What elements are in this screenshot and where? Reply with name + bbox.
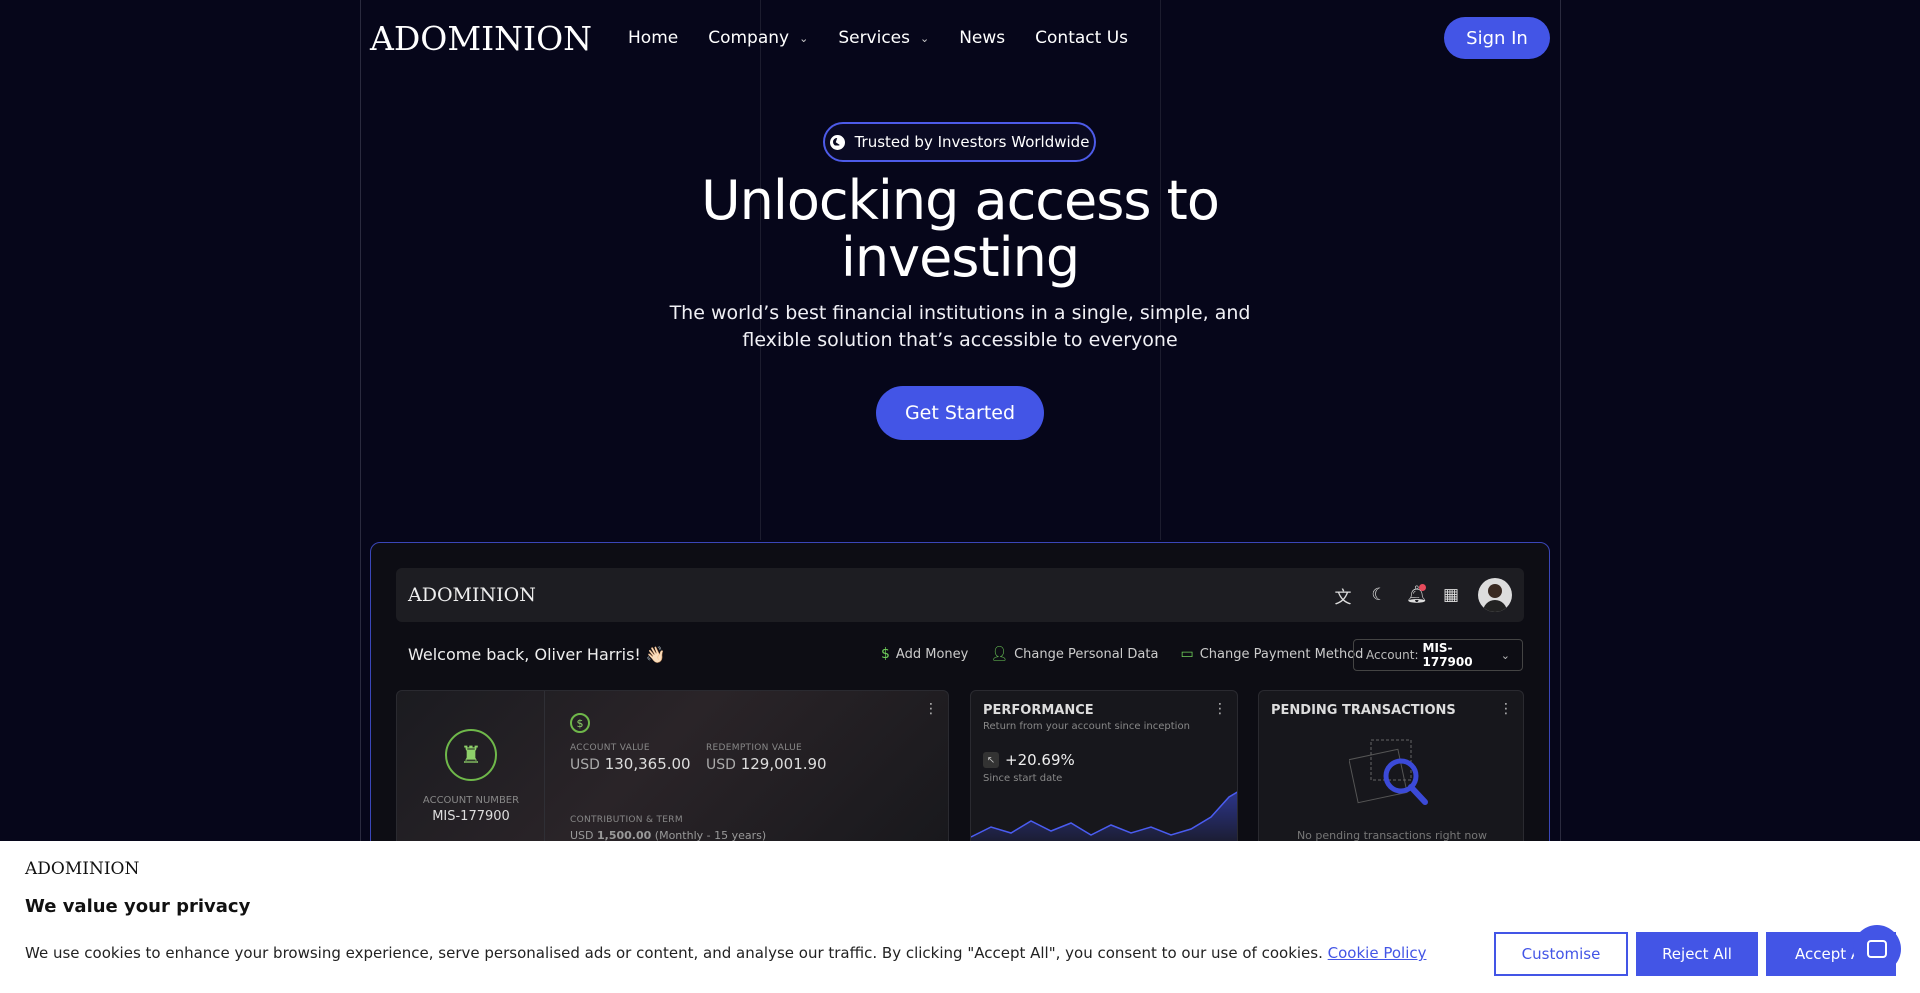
action-label: Change Payment Method [1199,646,1364,662]
sign-in-button[interactable]: Sign In [1444,17,1550,59]
redemption-value-label: REDEMPTION VALUE [706,743,802,753]
card-icon: ▭ [1180,646,1194,662]
nav-link-home[interactable]: Home [628,28,678,48]
account-select-label: Account: [1366,648,1419,662]
reject-all-button[interactable]: Reject All [1636,932,1758,976]
chat-icon [1867,940,1887,958]
more-options-icon: ⋮ [1499,701,1513,717]
account-value-label: ACCOUNT VALUE [570,743,650,753]
trend-arrow-icon: ↖ [983,752,999,768]
avatar [1478,578,1512,612]
nav-link-label: Contact Us [1035,28,1129,48]
performance-sparkline [971,791,1237,849]
cookie-banner-logo: ADOMINION [25,859,140,879]
account-number-label: ACCOUNT NUMBER [422,795,520,806]
preview-header: ADOMINION 文 ☾ 🔔︎ ▦ [396,568,1524,622]
account-value: USD 130,365.00 [570,755,691,773]
pending-transactions-card: PENDING TRANSACTIONS No pending transact… [1258,690,1524,850]
nav-link-label: Services [838,28,910,48]
change-payment-method-action: ▭ Change Payment Method [1180,646,1363,662]
user-icon: 👤︎ [990,646,1009,662]
add-money-action: $ Add Money [881,646,968,662]
currency: USD [570,757,600,773]
account-select: Account: MIS-177900 ⌄ [1353,639,1523,671]
chevron-down-icon: ⌄ [1500,648,1510,662]
nav-link-label: News [959,28,1006,48]
performance-title: PERFORMANCE [983,703,1094,718]
amount: 129,001.90 [740,755,827,773]
performance-card: PERFORMANCE Return from your account sin… [970,690,1238,850]
pending-title: PENDING TRANSACTIONS [1271,703,1456,718]
welcome-message: Welcome back, Oliver Harris! 👋🏻 [408,645,666,664]
dollar-icon: $ [570,713,590,733]
customise-button[interactable]: Customise [1494,932,1628,976]
cookie-policy-link[interactable]: Cookie Policy [1328,944,1427,962]
quick-actions: $ Add Money 👤︎ Change Personal Data ▭ Chang… [881,646,1363,662]
action-label: Add Money [895,646,969,662]
nav-link-news[interactable]: News [959,28,1005,48]
globe-icon [829,134,845,150]
account-number-panel: ♜ ACCOUNT NUMBER MIS-177900 [397,691,545,849]
cookie-banner-title: We value your privacy [25,896,251,917]
account-number: MIS-177900 [432,809,510,824]
grid-icon: ▦ [1442,585,1460,605]
more-options-icon: ⋮ [1213,701,1227,717]
amount: 130,365.00 [604,755,691,773]
cookie-banner: ADOMINION We value your privacy We use c… [0,841,1920,993]
hero-subtitle: The world’s best financial institutions … [669,302,1251,351]
nav-link-label: Company [708,28,790,48]
nav-links: Home Company ⌄ Services ⌄ News Contact Us [628,28,1128,48]
brand-logo[interactable]: ADOMINION [370,19,592,58]
chevron-down-icon: ⌄ [799,31,809,45]
rook-icon: ♜ [445,729,497,781]
chevron-down-icon: ⌄ [920,31,930,45]
currency: USD [706,757,736,773]
account-card: ♜ ACCOUNT NUMBER MIS-177900 $ ACCOUNT VA… [396,690,949,850]
performance-subtitle: Return from your account since inception [983,721,1190,732]
preview-logo: ADOMINION [408,584,536,606]
action-label: Change Personal Data [1014,646,1159,662]
translate-icon: 文 [1334,587,1352,608]
preview-header-icons: 文 ☾ 🔔︎ ▦ [1334,578,1512,612]
bell-icon: 🔔︎ [1406,584,1428,605]
change-personal-data-action: 👤︎ Change Personal Data [990,646,1158,662]
contribution-label: CONTRIBUTION & TERM [570,815,683,825]
hero-title: Unlocking access to investing [701,169,1220,289]
nav-link-services[interactable]: Services ⌄ [838,28,929,48]
performance-percent: +20.69% [1005,751,1075,769]
dollar-icon: $ [881,646,890,662]
empty-search-illustration [1349,739,1428,805]
get-started-button[interactable]: Get Started [876,386,1044,440]
nav-link-contact[interactable]: Contact Us [1035,28,1128,48]
trust-badge-label: Trusted by Investors Worldwide [854,133,1090,151]
performance-since: Since start date [983,773,1063,784]
logo-text: ADOMINION [370,18,593,58]
redemption-value: USD 129,001.90 [706,755,827,773]
performance-value: ↖ +20.69% [983,751,1075,769]
top-navigation: ADOMINION Home Company ⌄ Services ⌄ News C… [370,0,1550,76]
moon-icon: ☾ [1371,585,1387,605]
nav-link-company[interactable]: Company ⌄ [708,28,808,48]
cookie-consent-message: We use cookies to enhance your browsing … [25,944,1323,962]
account-select-value: MIS-177900 [1422,641,1473,669]
nav-link-label: Home [628,28,679,48]
trust-badge: Trusted by Investors Worldwide [823,122,1096,162]
cookie-banner-text: We use cookies to enhance your browsing … [25,944,1426,962]
chat-launcher-button[interactable] [1853,925,1901,973]
more-options-icon: ⋮ [924,701,938,717]
